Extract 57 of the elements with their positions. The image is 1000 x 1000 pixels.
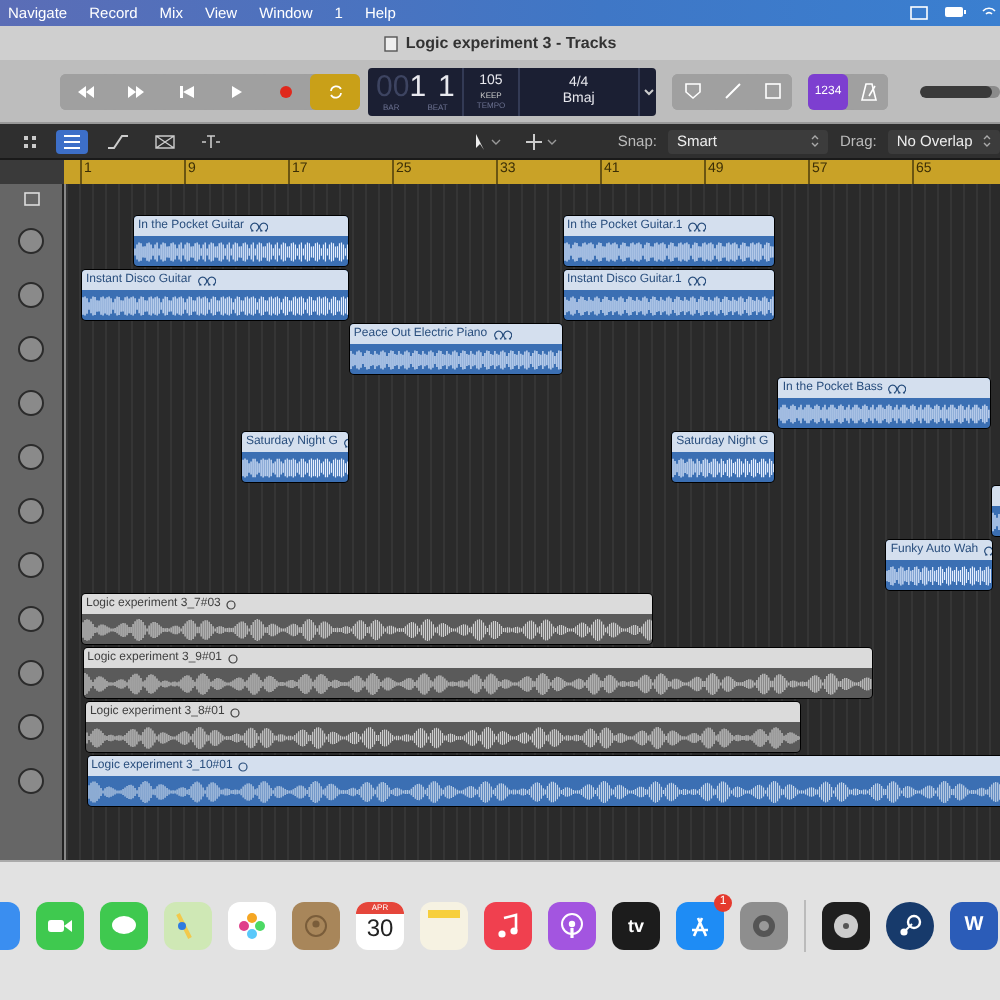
pan-knob[interactable] — [18, 660, 44, 686]
wifi-icon[interactable] — [982, 6, 996, 18]
list-view-button[interactable] — [56, 129, 88, 153]
fast-forward-icon — [125, 83, 145, 99]
pan-knob[interactable] — [18, 390, 44, 416]
podcast-icon[interactable] — [548, 901, 596, 949]
shield-icon — [683, 82, 701, 100]
up-down-chevron-icon — [982, 134, 992, 148]
music-note-icon[interactable] — [484, 901, 532, 949]
up-down-chevron-icon — [809, 134, 820, 148]
circle-icon — [226, 599, 237, 609]
contact-book-icon[interactable] — [292, 901, 340, 949]
record-icon — [275, 83, 295, 99]
list-icon — [62, 133, 82, 149]
circle-icon — [228, 653, 239, 663]
beat-number: 1 — [438, 71, 455, 101]
tv-label: tv — [627, 915, 644, 935]
flower-icon[interactable] — [228, 901, 276, 949]
tv-app-icon[interactable]: tv — [612, 901, 660, 949]
rewind-icon — [75, 83, 95, 99]
gear-icon[interactable] — [740, 901, 788, 949]
pan-knob[interactable] — [18, 444, 44, 470]
pan-knob[interactable] — [18, 606, 44, 632]
curve-icon — [106, 133, 130, 149]
document-icon — [383, 35, 398, 51]
pan-knob[interactable] — [18, 228, 44, 254]
trim-icon — [200, 133, 222, 149]
map-icon[interactable] — [164, 901, 212, 949]
grid-icon — [22, 133, 38, 149]
waveform-drawing — [672, 455, 775, 479]
word-icon[interactable]: W — [950, 901, 998, 949]
word-letter: W — [964, 914, 984, 936]
pencil-icon — [723, 82, 741, 100]
track-options-icon[interactable] — [23, 192, 39, 206]
pan-knob[interactable] — [18, 282, 44, 308]
display-icon[interactable] — [910, 6, 928, 20]
battery-icon[interactable] — [944, 6, 966, 18]
circle-icon — [238, 761, 249, 771]
pointer-icon — [474, 133, 503, 149]
pan-knob[interactable] — [18, 336, 44, 362]
pan-knob[interactable] — [18, 768, 44, 794]
waveform-drawing — [886, 563, 992, 587]
metronome-icon — [859, 81, 877, 101]
bowtie-icon — [154, 133, 176, 149]
window-title: Logic experiment 3 - Tracks — [405, 34, 617, 52]
pan-knob[interactable] — [18, 498, 44, 524]
skip-back-icon — [175, 83, 195, 99]
waveform-drawing — [241, 455, 349, 479]
crosshair-icon — [526, 133, 559, 149]
cycle-icon — [325, 83, 345, 99]
circle-icon — [230, 707, 241, 717]
pan-knob[interactable] — [18, 552, 44, 578]
steam-icon[interactable] — [886, 901, 934, 949]
caret-icon[interactable] — [643, 87, 653, 95]
pan-knob[interactable] — [18, 714, 44, 740]
calendar-day: 30 — [366, 913, 394, 941]
square-icon — [763, 82, 781, 100]
